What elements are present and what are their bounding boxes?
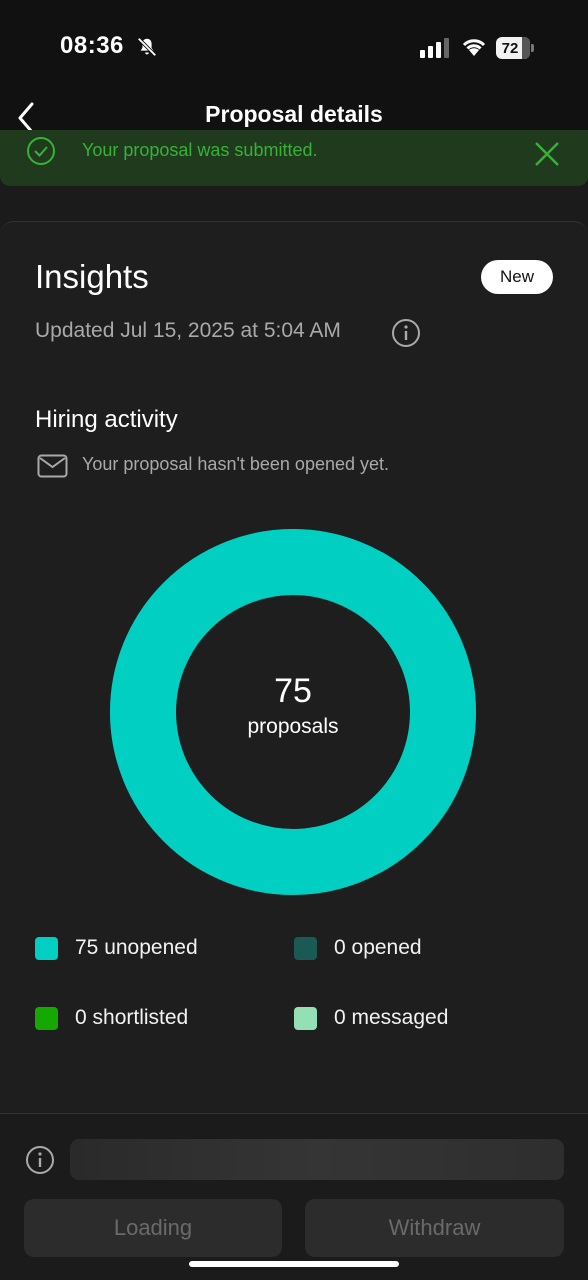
home-indicator [189, 1261, 399, 1267]
legend-swatch [35, 1006, 58, 1030]
page-title: Proposal details [205, 101, 383, 127]
battery-level: 72 [501, 39, 519, 57]
legend-swatch [294, 936, 317, 960]
legend-label: 0 messaged [334, 1006, 449, 1029]
legend-item-opened: 0 opened [294, 933, 422, 963]
hiring-activity-title: Hiring activity [35, 406, 178, 433]
legend-item-unopened: 75 unopened [35, 933, 198, 963]
close-icon[interactable] [533, 140, 561, 168]
battery-icon: 72 [496, 37, 534, 59]
legend-item-shortlisted: 0 shortlisted [35, 1003, 188, 1033]
withdraw-button[interactable]: Withdraw [305, 1199, 564, 1257]
insights-title: Insights [35, 258, 149, 295]
bottom-action-bar: Loading Withdraw [0, 1113, 588, 1280]
legend-label: 0 opened [334, 936, 422, 959]
updated-timestamp: Updated Jul 15, 2025 at 5:04 AM [35, 319, 341, 342]
hiring-status-text: Your proposal hasn't been opened yet. [82, 454, 390, 474]
legend-label: 0 shortlisted [75, 1006, 189, 1029]
legend-item-messaged: 0 messaged [294, 1003, 448, 1033]
info-icon[interactable] [25, 1145, 55, 1175]
proposal-count: 75 [274, 672, 312, 710]
bell-off-icon [137, 37, 157, 57]
proposal-count-label: proposals [247, 715, 339, 738]
success-toast: Your proposal was submitted. [0, 130, 588, 186]
status-bar: 08:36 72 [0, 0, 588, 88]
loading-placeholder [70, 1139, 564, 1180]
insights-card: Insights New Updated Jul 15, 2025 at 5:0… [0, 221, 588, 1121]
new-badge: New [481, 260, 553, 294]
legend-swatch [294, 1006, 317, 1030]
legend-swatch [35, 936, 58, 960]
legend-label: 75 unopened [75, 936, 198, 959]
info-icon[interactable] [391, 318, 421, 348]
signal-icon [420, 38, 449, 58]
donut-center: 75 proposals [110, 672, 476, 739]
loading-button[interactable]: Loading [24, 1199, 282, 1257]
wifi-icon [462, 39, 486, 56]
status-time: 08:36 [60, 32, 124, 59]
toast-message: Your proposal was submitted. [82, 140, 318, 160]
mail-icon [37, 454, 68, 478]
check-circle-icon [27, 137, 55, 165]
